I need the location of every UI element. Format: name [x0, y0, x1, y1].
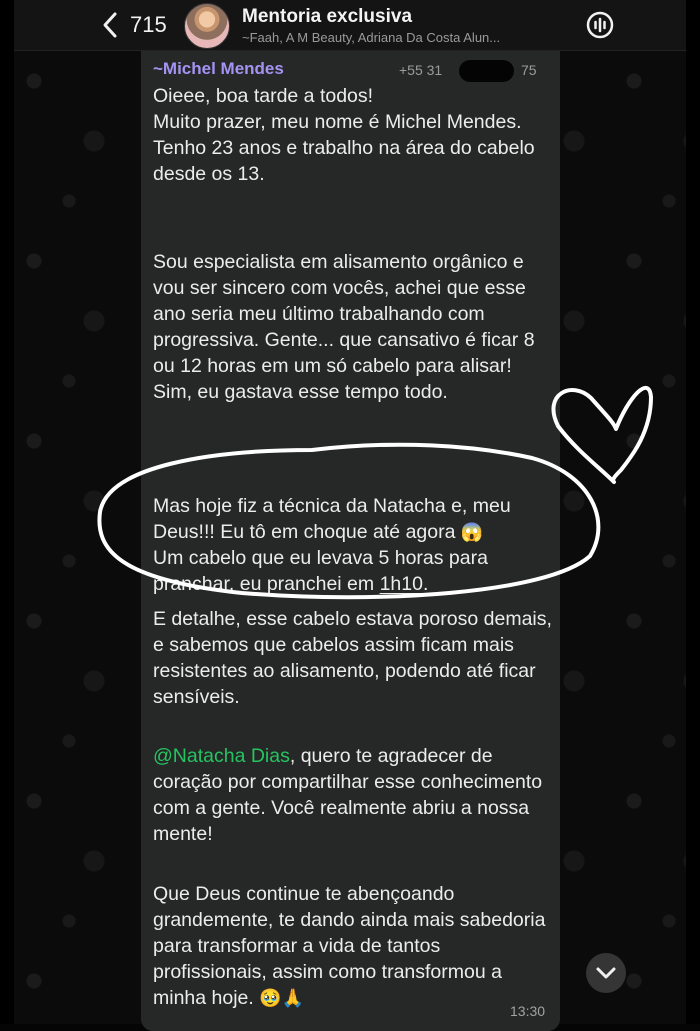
hand-drawn-circle-icon [97, 442, 601, 600]
chevron-down-icon [596, 967, 616, 979]
hand-drawn-annotation-layer [97, 385, 653, 600]
hand-drawn-heart-icon [551, 385, 653, 484]
scroll-to-bottom-button[interactable] [586, 953, 626, 993]
